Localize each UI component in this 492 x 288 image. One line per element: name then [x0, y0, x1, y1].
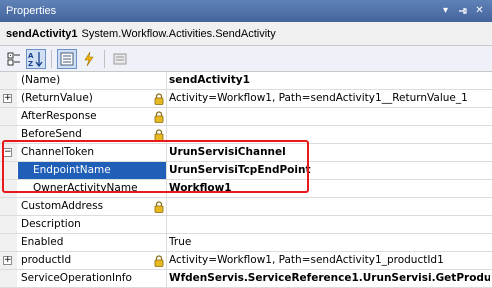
property-row[interactable]: (Name) sendActivity1	[0, 72, 492, 90]
properties-button[interactable]	[57, 48, 77, 69]
lock-icon	[154, 93, 164, 105]
property-name[interactable]: productId	[18, 252, 155, 269]
expand-icon[interactable]: +	[3, 256, 12, 265]
column-divider[interactable]	[166, 198, 167, 215]
property-row[interactable]: ServiceOperationInfo WfdenServis.ServiceR…	[0, 270, 492, 288]
property-value[interactable]: Activity=Workflow1, Path=sendActivity1__…	[169, 90, 490, 107]
dropdown-arrow-icon[interactable]: ▾	[439, 5, 452, 18]
properties-toolbar: A Z	[0, 46, 492, 72]
property-name[interactable]: Enabled	[18, 234, 155, 251]
lock-icon	[154, 111, 164, 123]
row-gutter	[0, 72, 17, 89]
events-button[interactable]	[79, 49, 99, 69]
property-value[interactable]: Activity=Workflow1, Path=sendActivity1_p…	[169, 252, 490, 269]
highlight-box	[2, 140, 309, 193]
object-name: sendActivity1	[6, 27, 78, 40]
svg-text:A: A	[28, 52, 34, 60]
object-type: System.Workflow.Activities.SendActivity	[81, 27, 276, 40]
row-gutter	[0, 108, 17, 125]
property-value[interactable]: True	[169, 234, 490, 251]
property-value[interactable]	[169, 198, 490, 215]
title-bar: Properties ▾ ✕	[0, 0, 492, 22]
expand-icon[interactable]: +	[3, 94, 12, 103]
column-divider[interactable]	[166, 270, 167, 287]
lock-icon	[154, 201, 164, 213]
property-row[interactable]: + (ReturnValue) Activity=Workflow1, Path=s…	[0, 90, 492, 108]
property-name[interactable]: Description	[18, 216, 155, 233]
pin-icon[interactable]	[456, 5, 469, 18]
toolbar-separator	[104, 49, 105, 68]
property-pages-button[interactable]	[110, 49, 130, 69]
object-selector[interactable]: sendActivity1 System.Workflow.Activities…	[0, 22, 492, 46]
property-name[interactable]: (Name)	[18, 72, 155, 89]
close-icon[interactable]: ✕	[473, 5, 486, 18]
categorized-button[interactable]	[4, 49, 24, 69]
row-gutter	[0, 198, 17, 215]
row-gutter	[0, 234, 17, 251]
column-divider[interactable]	[166, 234, 167, 251]
title-bar-controls: ▾ ✕	[439, 5, 486, 18]
property-name[interactable]: ServiceOperationInfo	[18, 270, 155, 287]
column-divider[interactable]	[166, 72, 167, 89]
property-row[interactable]: Enabled True	[0, 234, 492, 252]
property-row[interactable]: + productId Activity=Workflow1, Path=sendA…	[0, 252, 492, 270]
lock-icon	[154, 255, 164, 267]
properties-icon	[60, 52, 74, 65]
column-divider[interactable]	[166, 108, 167, 125]
window-title: Properties	[6, 5, 57, 17]
property-row[interactable]: CustomAddress	[0, 198, 492, 216]
sort-alphabetical-icon: A Z	[28, 51, 43, 67]
lightning-icon	[84, 51, 94, 66]
property-name[interactable]: AfterResponse	[18, 108, 155, 125]
property-value[interactable]	[169, 216, 490, 233]
column-divider[interactable]	[166, 252, 167, 269]
property-pages-icon	[113, 53, 127, 64]
row-gutter	[0, 270, 17, 287]
property-value[interactable]: WfdenServis.ServiceReference1.UrunServis…	[169, 270, 490, 287]
row-gutter	[0, 216, 17, 233]
categorized-icon	[7, 52, 20, 65]
property-value[interactable]	[169, 108, 490, 125]
alphabetical-button[interactable]: A Z	[26, 48, 46, 69]
svg-text:Z: Z	[28, 60, 33, 67]
property-value[interactable]: sendActivity1	[169, 72, 490, 89]
column-divider[interactable]	[166, 216, 167, 233]
column-divider[interactable]	[166, 90, 167, 107]
property-row[interactable]: AfterResponse	[0, 108, 492, 126]
property-name[interactable]: CustomAddress	[18, 198, 155, 215]
toolbar-separator	[51, 49, 52, 68]
property-name[interactable]: (ReturnValue)	[18, 90, 155, 107]
property-row[interactable]: Description	[0, 216, 492, 234]
